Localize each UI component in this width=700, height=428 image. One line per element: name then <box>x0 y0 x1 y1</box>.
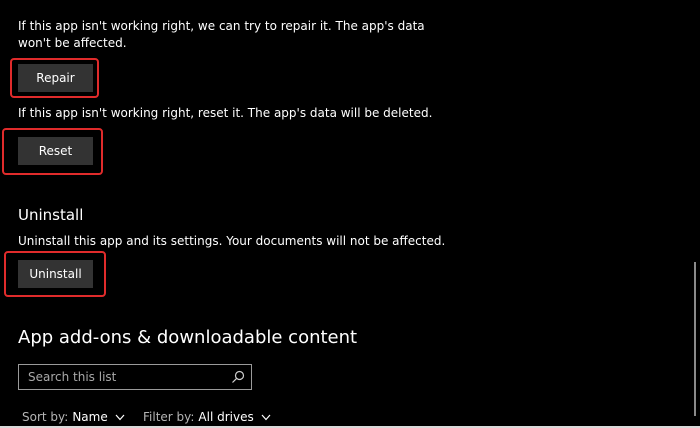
sort-dropdown[interactable]: Sort by: Name <box>22 410 125 424</box>
repair-description: If this app isn't working right, we can … <box>18 18 425 52</box>
repair-description-line1: If this app isn't working right, we can … <box>18 19 425 33</box>
search-box <box>18 364 252 390</box>
reset-button[interactable]: Reset <box>18 137 93 165</box>
search-icon[interactable] <box>231 370 245 384</box>
reset-description: If this app isn't working right, reset i… <box>18 106 433 120</box>
scrollbar[interactable] <box>694 262 696 416</box>
chevron-down-icon <box>261 414 271 420</box>
sort-value: Name <box>72 410 108 424</box>
addons-heading: App add-ons & downloadable content <box>18 327 358 348</box>
app-settings-page: If this app isn't working right, we can … <box>0 0 700 428</box>
filter-dropdown[interactable]: Filter by: All drives <box>143 410 271 424</box>
repair-button[interactable]: Repair <box>18 64 93 92</box>
uninstall-description: Uninstall this app and its settings. You… <box>18 234 446 248</box>
uninstall-heading: Uninstall <box>18 206 84 224</box>
repair-description-line2: won't be affected. <box>18 36 127 50</box>
filter-label: Filter by: <box>143 410 195 424</box>
sort-label: Sort by: <box>22 410 69 424</box>
chevron-down-icon <box>115 414 125 420</box>
search-input[interactable] <box>19 365 224 389</box>
filter-value: All drives <box>198 410 254 424</box>
uninstall-button[interactable]: Uninstall <box>18 260 93 288</box>
